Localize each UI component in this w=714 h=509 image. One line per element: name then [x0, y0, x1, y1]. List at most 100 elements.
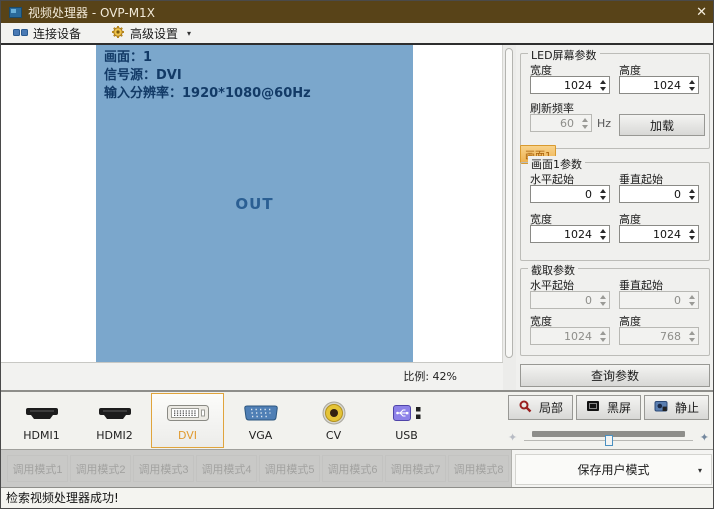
spin-up-down-icon[interactable]	[597, 226, 609, 242]
save-user-mode-button[interactable]: 保存用户模式 ▾	[515, 454, 712, 485]
save-mode-area: 保存用户模式 ▾	[511, 450, 714, 488]
capture-hstart-value: 0	[531, 294, 597, 307]
spin-up-down-icon[interactable]	[686, 77, 698, 93]
refresh-rate-spinner: 60	[530, 114, 592, 132]
mode-button-4: 调用模式4	[196, 455, 257, 482]
chevron-down-icon[interactable]: ▾	[698, 466, 702, 475]
advanced-settings-button[interactable]: 高级设置 ▾	[111, 24, 191, 42]
source-hdmi2[interactable]: HDMI2	[78, 393, 151, 448]
advanced-settings-label: 高级设置	[130, 25, 178, 42]
led-height-value: 1024	[620, 79, 686, 92]
capture-vstart-value: 0	[620, 294, 686, 307]
source-usb[interactable]: USB	[370, 393, 443, 448]
screen1-width-spinner[interactable]: 1024	[530, 225, 610, 243]
capture-vstart-spinner: 0	[619, 291, 699, 309]
output-buttons-row: 局部 黑屏 静止	[508, 395, 709, 420]
screen1-width-value: 1024	[531, 228, 597, 241]
connect-device-button[interactable]: 连接设备	[13, 24, 81, 42]
toolbar: 连接设备 高级设置 ▾	[1, 23, 714, 45]
hdmi-icon	[96, 399, 134, 427]
mode-button-2: 调用模式2	[70, 455, 131, 482]
led-width-value: 1024	[531, 79, 597, 92]
ratio-bar: 比例: 42%	[1, 362, 503, 390]
load-button[interactable]: 加载	[619, 114, 705, 136]
hdmi-icon	[23, 399, 61, 427]
screen1-hstart-spinner[interactable]: 0	[530, 185, 610, 203]
app-window: 视频处理器 - OVP-M1X ✕ 连接设备 高级设置 ▾ 画面：1 信号源：D…	[0, 0, 714, 509]
brightness-min-icon[interactable]: ✦	[508, 432, 517, 443]
source-label: HDMI1	[23, 429, 59, 442]
capture-group-title: 截取参数	[528, 262, 578, 278]
vertical-scrollbar[interactable]	[503, 45, 516, 390]
preview-screen-line: 画面：1	[104, 49, 405, 67]
slider-handle[interactable]	[605, 435, 613, 446]
brightness-max-icon[interactable]: ✦	[700, 432, 709, 443]
query-params-button[interactable]: 查询参数	[520, 364, 710, 387]
screen1-height-spinner[interactable]: 1024	[619, 225, 699, 243]
blackout-label: 黑屏	[607, 399, 631, 416]
spin-up-down-icon	[597, 328, 609, 344]
cv-rca-icon	[321, 399, 347, 427]
out-label: OUT	[96, 195, 413, 213]
mode-button-6: 调用模式6	[322, 455, 383, 482]
source-cv[interactable]: CV	[297, 393, 370, 448]
brightness-slider[interactable]	[524, 427, 693, 447]
capture-hstart-spinner: 0	[530, 291, 610, 309]
source-dvi[interactable]: DVI	[151, 393, 224, 448]
preview-area: 画面：1 信号源：DVI 输入分辨率：1920*1080@60Hz OUT	[1, 45, 503, 362]
source-label: CV	[326, 429, 341, 442]
source-panel: HDMI1 HDMI2 DVI VGA	[1, 390, 714, 449]
screen1-height-value: 1024	[620, 228, 686, 241]
blackout-button[interactable]: 黑屏	[576, 395, 641, 420]
output-preview-panel[interactable]: 画面：1 信号源：DVI 输入分辨率：1920*1080@60Hz OUT	[96, 45, 413, 362]
led-screen-params-group: LED屏幕参数 宽度 1024 高度 1024 刷新频率 60 Hz 加载	[520, 53, 710, 149]
close-icon[interactable]: ✕	[681, 5, 707, 20]
connect-plug-icon	[13, 26, 28, 40]
source-label: DVI	[178, 429, 197, 442]
screen1-vstart-spinner[interactable]: 0	[619, 185, 699, 203]
preview-resolution-line: 输入分辨率：1920*1080@60Hz	[104, 85, 405, 103]
preview-info: 画面：1 信号源：DVI 输入分辨率：1920*1080@60Hz	[96, 45, 413, 108]
source-label: VGA	[249, 429, 273, 442]
led-height-spinner[interactable]: 1024	[619, 76, 699, 94]
parameter-panel: LED屏幕参数 宽度 1024 高度 1024 刷新频率 60 Hz 加载 画面…	[516, 45, 714, 390]
spin-up-down-icon[interactable]	[686, 186, 698, 202]
mode-button-8: 调用模式8	[448, 455, 509, 482]
preview-source-line: 信号源：DVI	[104, 67, 405, 85]
vga-icon	[241, 399, 281, 427]
screen1-vstart-value: 0	[620, 188, 686, 201]
refresh-rate-value: 60	[531, 117, 579, 130]
spin-up-down-icon	[686, 292, 698, 308]
chevron-down-icon[interactable]: ▾	[187, 29, 191, 38]
capture-height-spinner: 768	[619, 327, 699, 345]
partial-icon	[518, 399, 532, 416]
status-message: 检索视频处理器成功!	[6, 491, 119, 505]
app-icon	[9, 7, 22, 18]
scrollbar-thumb[interactable]	[505, 48, 513, 358]
spin-up-down-icon[interactable]	[686, 226, 698, 242]
spin-up-down-icon	[579, 115, 591, 131]
mode-button-5: 调用模式5	[259, 455, 320, 482]
title-bar: 视频处理器 - OVP-M1X ✕	[1, 1, 714, 23]
mode-button-3: 调用模式3	[133, 455, 194, 482]
source-label: HDMI2	[96, 429, 132, 442]
connect-device-label: 连接设备	[33, 25, 81, 42]
screen1-hstart-value: 0	[531, 188, 597, 201]
led-group-title: LED屏幕参数	[528, 47, 600, 63]
spin-up-down-icon[interactable]	[597, 186, 609, 202]
freeze-button[interactable]: 静止	[644, 395, 709, 420]
black-screen-icon	[586, 399, 600, 416]
modes-row: 调用模式1 调用模式2 调用模式3 调用模式4 调用模式5 调用模式6 调用模式…	[1, 449, 714, 487]
mode-button-7: 调用模式7	[385, 455, 446, 482]
source-vga[interactable]: VGA	[224, 393, 297, 448]
brightness-slider-row: ✦ ✦	[508, 427, 709, 447]
partial-button[interactable]: 局部	[508, 395, 573, 420]
dvi-icon	[166, 399, 210, 427]
mode-button-list: 调用模式1 调用模式2 调用模式3 调用模式4 调用模式5 调用模式6 调用模式…	[7, 455, 509, 482]
spin-up-down-icon[interactable]	[597, 77, 609, 93]
capture-width-spinner: 1024	[530, 327, 610, 345]
freeze-label: 静止	[675, 399, 699, 416]
source-list: HDMI1 HDMI2 DVI VGA	[5, 393, 443, 448]
led-width-spinner[interactable]: 1024	[530, 76, 610, 94]
source-hdmi1[interactable]: HDMI1	[5, 393, 78, 448]
